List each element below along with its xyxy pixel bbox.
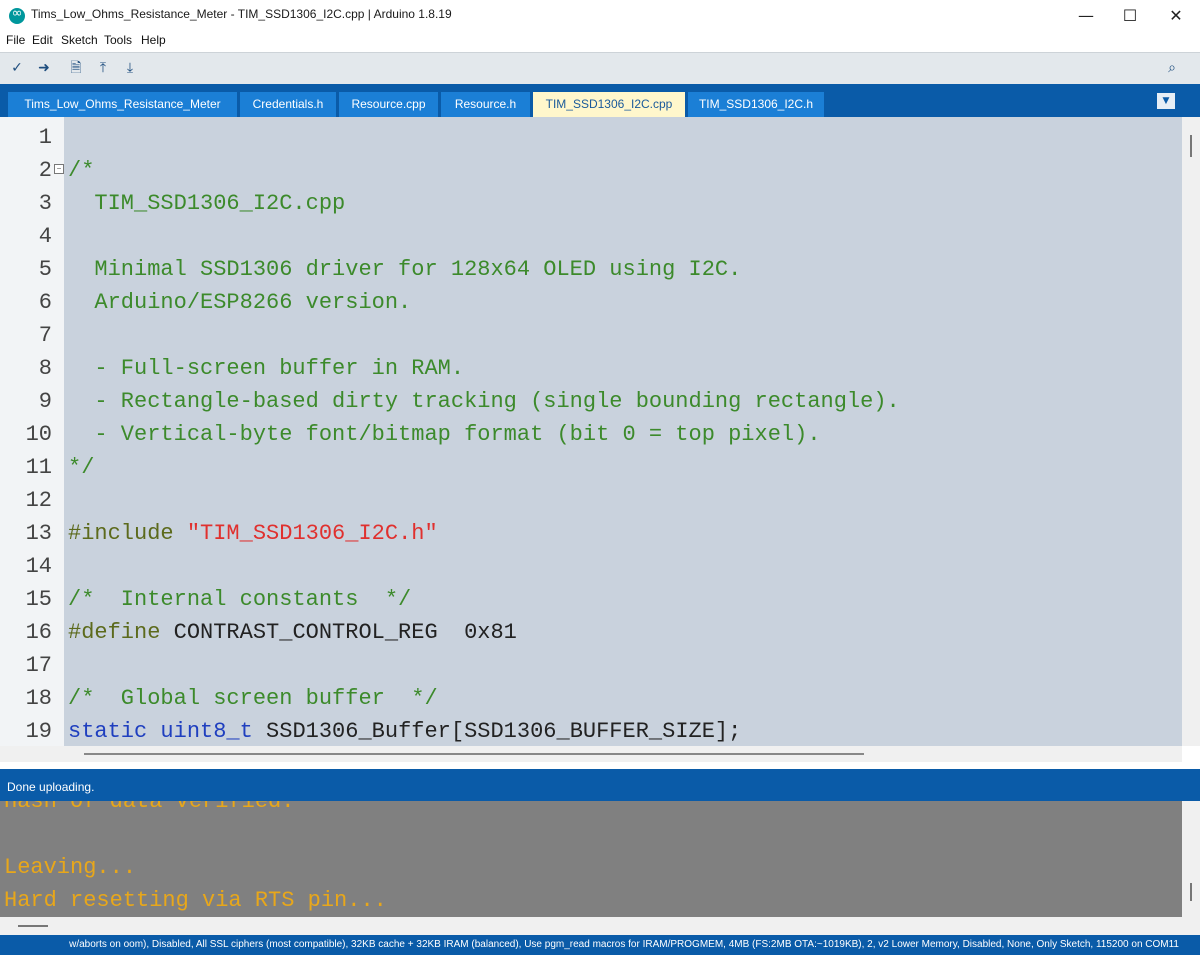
code-line-define: #define CONTRAST_CONTROL_REG 0x81 xyxy=(68,616,517,649)
board-info-bar: w/aborts on oom), Disabled, All SSL ciph… xyxy=(0,935,1200,955)
static-keyword: static xyxy=(68,719,148,744)
code-line: /* Global screen buffer */ xyxy=(68,686,438,711)
code-line: - Full-screen buffer in RAM. xyxy=(68,356,465,381)
line-number: 6 xyxy=(38,290,52,315)
tab-strip: Tims_Low_Ohms_Resistance_Meter Credentia… xyxy=(0,84,1200,117)
editor-vertical-scrollbar[interactable] xyxy=(1182,117,1200,746)
type-keyword: uint8_t xyxy=(160,719,253,744)
fold-toggle-icon[interactable]: − xyxy=(54,164,64,174)
menu-file[interactable]: File xyxy=(6,33,25,47)
console-vertical-scroll-thumb[interactable] xyxy=(1190,883,1192,901)
menu-edit[interactable]: Edit xyxy=(32,33,53,47)
output-console[interactable]: Hash of data verified. Leaving... Hard r… xyxy=(0,801,1182,917)
maximize-button[interactable]: ☐ xyxy=(1107,0,1153,31)
save-icon[interactable]: ⤓ xyxy=(119,57,141,79)
line-number: 3 xyxy=(38,191,52,216)
tab-resource-cpp[interactable]: Resource.cpp xyxy=(339,92,438,117)
code-line: - Vertical-byte font/bitmap format (bit … xyxy=(68,422,821,447)
line-number: 18 xyxy=(25,686,52,711)
code-line-include: #include "TIM_SSD1306_I2C.h" xyxy=(68,517,438,550)
console-vertical-scrollbar[interactable] xyxy=(1182,801,1200,917)
code-line: /* xyxy=(68,158,95,183)
buffer-declaration: SSD1306_Buffer[SSD1306_BUFFER_SIZE]; xyxy=(252,719,742,744)
tab-tim-ssd1306-i2c-h[interactable]: TIM_SSD1306_I2C.h xyxy=(688,92,824,117)
code-line: Minimal SSD1306 driver for 128x64 OLED u… xyxy=(68,257,742,282)
tab-menu-icon[interactable]: ▼ xyxy=(1157,93,1175,109)
line-number: 16 xyxy=(25,620,52,645)
tab-resource-h[interactable]: Resource.h xyxy=(441,92,530,117)
line-number: 15 xyxy=(25,587,52,612)
code-line-buffer: static uint8_t SSD1306_Buffer[SSD1306_BU… xyxy=(68,715,741,746)
verify-icon[interactable]: ✓ xyxy=(6,57,28,79)
serial-monitor-icon[interactable]: ⌕ xyxy=(1161,57,1183,79)
console-line: Leaving... xyxy=(4,855,137,880)
line-number: 1 xyxy=(38,125,52,150)
code-line: Arduino/ESP8266 version. xyxy=(68,290,412,315)
line-number: 11 xyxy=(25,455,52,480)
minimize-button[interactable]: — xyxy=(1063,0,1109,31)
include-filename: "TIM_SSD1306_I2C.h" xyxy=(186,521,438,546)
line-number: 4 xyxy=(38,224,52,249)
define-keyword: #define xyxy=(68,620,161,645)
line-number-gutter: 1 2 3 4 5 6 7 8 9 10 11 12 13 14 15 16 1… xyxy=(0,117,64,746)
menu-bar: File Edit Sketch Tools Help xyxy=(0,31,1200,52)
line-number: 9 xyxy=(38,389,52,414)
tab-credentials-h[interactable]: Credentials.h xyxy=(240,92,336,117)
new-icon[interactable]: 🗎 xyxy=(65,57,87,79)
upload-icon[interactable]: ➜ xyxy=(33,57,55,79)
code-line: */ xyxy=(68,455,95,480)
line-number: 17 xyxy=(25,653,52,678)
line-number: 7 xyxy=(38,323,52,348)
editor-vertical-scroll-thumb[interactable] xyxy=(1190,135,1192,157)
board-summary: w/aborts on oom), Disabled, All SSL ciph… xyxy=(69,939,1179,950)
close-button[interactable]: ✕ xyxy=(1153,0,1199,31)
line-number: 8 xyxy=(38,356,52,381)
editor-horizontal-scrollbar[interactable] xyxy=(0,746,1182,762)
define-body: CONTRAST_CONTROL_REG 0x81 xyxy=(160,620,517,645)
console-line: Hard resetting via RTS pin... xyxy=(4,888,387,913)
console-horizontal-scroll-thumb[interactable] xyxy=(18,925,48,927)
title-bar: Tims_Low_Ohms_Resistance_Meter - TIM_SSD… xyxy=(0,0,1200,31)
line-number: 19 xyxy=(25,719,52,744)
code-line: TIM_SSD1306_I2C.cpp xyxy=(68,191,346,216)
open-icon[interactable]: ⤒ xyxy=(92,57,114,79)
line-number: 12 xyxy=(25,488,52,513)
include-keyword: #include xyxy=(68,521,174,546)
editor-horizontal-scroll-thumb[interactable] xyxy=(84,753,864,755)
code-line: /* Internal constants */ xyxy=(68,587,412,612)
code-line: - Rectangle-based dirty tracking (single… xyxy=(68,389,900,414)
line-number: 10 xyxy=(25,422,52,447)
window-title: Tims_Low_Ohms_Resistance_Meter - TIM_SSD… xyxy=(31,7,452,21)
code-editor[interactable]: 1 2 3 4 5 6 7 8 9 10 11 12 13 14 15 16 1… xyxy=(0,117,1200,762)
code-text-area[interactable]: /* TIM_SSD1306_I2C.cpp Minimal SSD1306 d… xyxy=(64,117,1182,746)
menu-sketch[interactable]: Sketch xyxy=(61,33,98,47)
arduino-logo-icon xyxy=(9,6,25,24)
console-horizontal-scrollbar[interactable] xyxy=(0,917,1200,935)
tab-tim-ssd1306-i2c-cpp[interactable]: TIM_SSD1306_I2C.cpp xyxy=(533,92,685,117)
menu-tools[interactable]: Tools xyxy=(104,33,132,47)
status-message: Done uploading. xyxy=(7,780,95,794)
line-number: 14 xyxy=(25,554,52,579)
status-bar: Done uploading. xyxy=(0,769,1200,801)
menu-help[interactable]: Help xyxy=(141,33,166,47)
tab-tims-low-ohms-resistance-meter[interactable]: Tims_Low_Ohms_Resistance_Meter xyxy=(8,92,237,117)
line-number: 2 xyxy=(38,158,52,183)
console-line: Hash of data verified. xyxy=(4,801,295,814)
line-number: 5 xyxy=(38,257,52,282)
toolbar: ✓ ➜ 🗎 ⤒ ⤓ ⌕ xyxy=(0,52,1200,85)
line-number: 13 xyxy=(25,521,52,546)
